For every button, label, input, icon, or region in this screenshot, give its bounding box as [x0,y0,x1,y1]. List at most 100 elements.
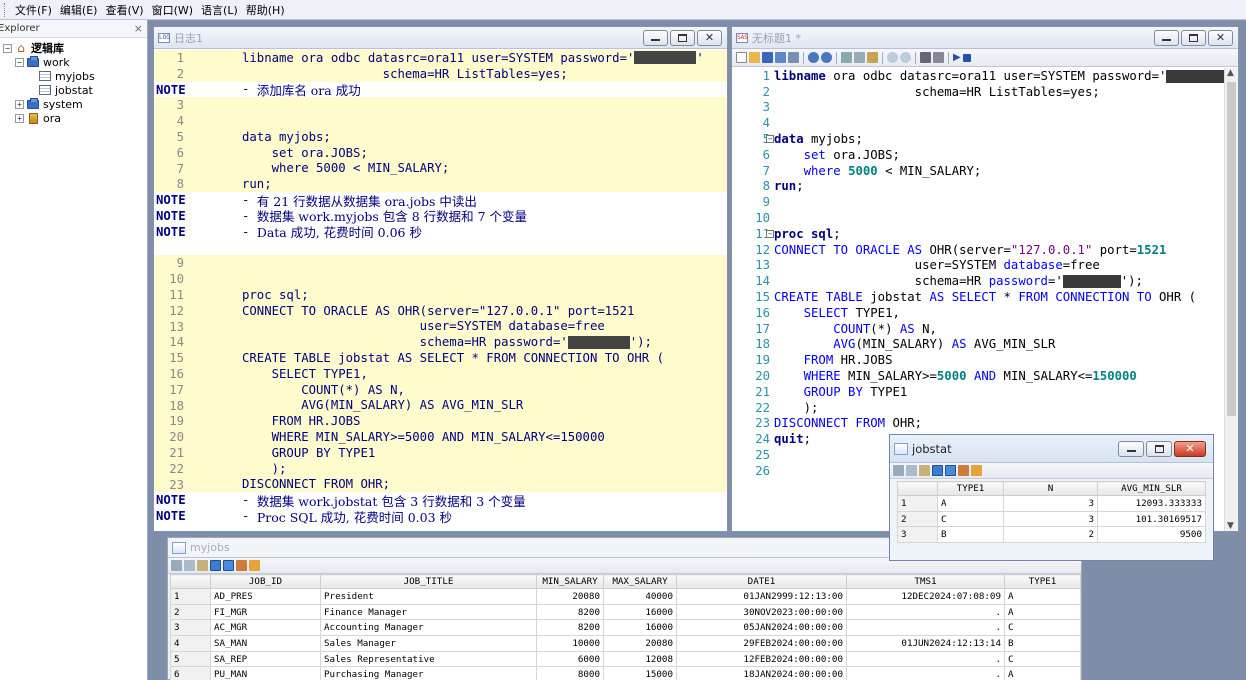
table-cell[interactable]: 8200 [536,603,604,621]
open-folder-icon[interactable] [749,52,760,63]
column-header[interactable]: JOB_ID [210,574,321,589]
table-row[interactable]: 2 C 3 101.30169517 [897,510,1206,528]
table-cell[interactable]: 20080 [536,588,604,605]
table-cell[interactable]: 20080 [603,635,677,652]
edit-icon[interactable] [971,465,982,476]
table-cell[interactable]: C [1004,650,1081,668]
table-cell[interactable]: 12FEB2024:00:00:00 [676,650,847,668]
table-cell[interactable]: 01JUN2024:12:13:14 [846,635,1005,652]
scrollbar-thumb[interactable] [1227,82,1236,416]
paste-icon[interactable] [867,52,878,63]
jobstat-titlebar[interactable]: jobstat ✕ [890,435,1213,463]
table-cell[interactable]: . [846,666,1005,680]
table-cell[interactable]: . [846,603,1005,621]
maximize-button[interactable] [670,29,695,46]
menu-view[interactable]: 查看(V) [101,2,147,18]
table-cell[interactable]: 3 [1003,510,1098,528]
table-cell[interactable]: A [1004,588,1081,605]
table-cell[interactable]: SA_REP [210,650,321,668]
table-cell[interactable]: 01JAN2999:12:13:00 [676,588,847,605]
cut-icon[interactable] [893,465,904,476]
column-header[interactable] [897,481,938,496]
tree-node-work[interactable]: − work [0,55,147,69]
find-icon[interactable] [920,52,931,63]
minimize-button[interactable] [1154,29,1179,46]
myjobs-grid[interactable]: JOB_ID JOB_TITLE MIN_SALARY MAX_SALARY DATE1… [170,574,1081,680]
column-header[interactable]: MIN_SALARY [536,574,604,589]
tree-node-system[interactable]: + system [0,97,147,111]
minimize-button[interactable] [1118,440,1144,457]
grid-view-icon[interactable] [932,465,943,476]
jobstat-grid[interactable]: TYPE1 N AVG_MIN_SLR 1 A 3 12093.333333 2 C 3 101.… [897,481,1206,544]
edit-icon[interactable] [249,560,260,571]
cut-icon[interactable] [841,52,852,63]
table-cell[interactable]: B [937,526,1004,544]
table-cell[interactable]: 101.30169517 [1097,510,1206,528]
table-cell[interactable]: B [1004,635,1081,652]
maximize-button[interactable] [1146,440,1172,457]
table-cell[interactable]: FI_MGR [210,603,321,621]
explorer-close-icon[interactable]: × [134,22,143,35]
log-window-titlebar[interactable]: LOG 日志1 ✕ [154,27,727,49]
table-cell[interactable]: A [1004,666,1081,680]
table-cell[interactable]: 29FEB2024:00:00:00 [676,635,847,652]
table-cell[interactable]: 2 [1003,526,1098,544]
column-header[interactable]: AVG_MIN_SLR [1097,481,1206,496]
table-cell[interactable]: SA_MAN [210,635,321,652]
column-header[interactable]: TYPE1 [937,481,1004,496]
table-cell[interactable]: PU_MAN [210,666,321,680]
tree-node-jobstat[interactable]: jobstat [0,83,147,97]
tree-node-root[interactable]: − ⌂ 逻辑库 [0,41,147,55]
collapse-icon[interactable]: − [15,57,24,67]
editor-window-titlebar[interactable]: SAS 无标题1 * ✕ [732,27,1238,49]
table-cell[interactable]: AD_PRES [210,588,321,605]
table-cell[interactable]: 15000 [603,666,677,680]
table-cell[interactable]: 05JAN2024:00:00:00 [676,619,847,637]
column-header[interactable]: JOB_TITLE [320,574,537,589]
table-row[interactable]: 1 AD_PRES President 20080 40000 01JAN2999:12:… [170,588,1081,605]
column-header[interactable]: DATE1 [676,574,847,589]
stop-icon[interactable] [962,53,971,62]
table-cell[interactable]: 18JAN2024:00:00:00 [676,666,847,680]
table-cell[interactable]: C [1004,619,1081,637]
table-row[interactable]: 3 AC_MGR Accounting Manager 8200 16000 05JAN2… [170,619,1081,637]
table-cell[interactable]: A [937,495,1004,512]
expand-icon[interactable]: + [15,99,24,109]
table-cell[interactable]: A [1004,603,1081,621]
table-row[interactable]: 1 A 3 12093.333333 [897,495,1206,512]
column-header[interactable]: N [1003,481,1098,496]
table-row[interactable]: 6 PU_MAN Purchasing Manager 8000 15000 18JAN2… [170,666,1081,680]
table-cell[interactable]: . [846,619,1005,637]
table-cell[interactable]: C [937,510,1004,528]
column-header[interactable] [170,574,211,589]
table-cell[interactable]: AC_MGR [210,619,321,637]
replace-icon[interactable] [933,52,944,63]
paste-icon[interactable] [919,465,930,476]
editor-vertical-scrollbar[interactable]: ▲ ▼ [1224,68,1238,531]
fold-toggle-icon[interactable]: − [766,135,774,144]
log-content[interactable]: 1 libname ora odbc datasrc=ora11 user=SYS… [154,50,727,531]
close-button[interactable]: ✕ [1208,29,1233,46]
table-cell[interactable]: 3 [1003,495,1098,512]
copy-icon[interactable] [184,560,195,571]
table-cell[interactable]: Sales Manager [320,635,537,652]
column-header[interactable]: TMS1 [846,574,1005,589]
table-cell[interactable]: Purchasing Manager [320,666,537,680]
cut-icon[interactable] [171,560,182,571]
print-icon[interactable] [788,52,799,63]
grid-view-icon[interactable] [210,560,221,571]
table-cell[interactable]: 30NOV2023:00:00:00 [676,603,847,621]
paste-icon[interactable] [197,560,208,571]
table-cell[interactable]: 16000 [603,619,677,637]
table-cell[interactable]: 8200 [536,619,604,637]
menu-help[interactable]: 帮助(H) [242,2,289,18]
save-all-icon[interactable] [775,52,786,63]
table-cell[interactable]: Accounting Manager [320,619,537,637]
zoom-out-icon[interactable] [900,52,911,63]
menu-window[interactable]: 窗口(W) [148,2,197,18]
table-cell[interactable]: 6000 [536,650,604,668]
table-cell[interactable]: 12093.333333 [1097,495,1206,512]
table-cell[interactable]: Finance Manager [320,603,537,621]
run-icon[interactable]: ▶ [953,52,961,63]
table-cell[interactable]: 8000 [536,666,604,680]
